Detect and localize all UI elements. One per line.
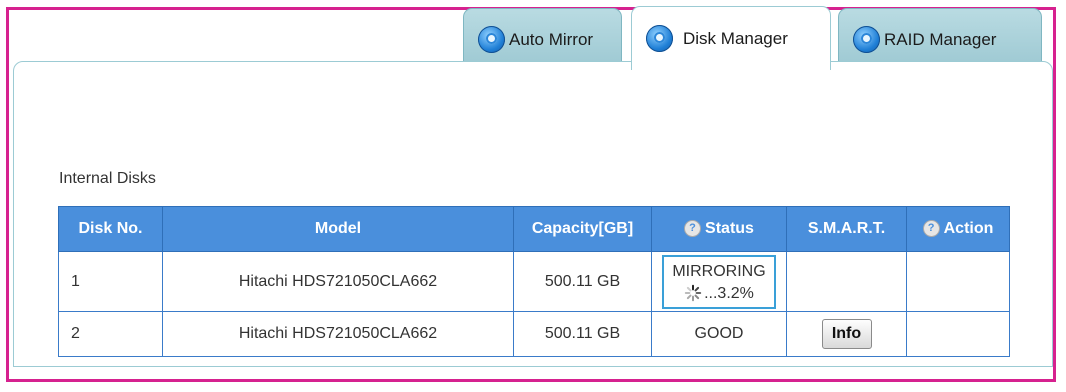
tab-gap — [632, 60, 830, 64]
cell-capacity: 500.11 GB — [513, 251, 652, 312]
status-mirroring-box: MIRRORING ...3.2% — [662, 254, 776, 309]
table-row: 2 Hitachi HDS721050CLA662 500.11 GB GOOD… — [58, 311, 1010, 357]
help-icon[interactable]: ? — [922, 220, 940, 238]
tab-label: RAID Manager — [884, 29, 997, 49]
table-row: 1 Hitachi HDS721050CLA662 500.11 GB MIRR… — [58, 251, 1010, 312]
progress-line: ...3.2% — [672, 283, 765, 305]
cell-model: Hitachi HDS721050CLA662 — [162, 311, 514, 357]
cell-action — [906, 251, 1010, 312]
status-text: MIRRORING — [672, 262, 766, 280]
header-disk-no: Disk No. — [58, 206, 163, 252]
cell-disk-no: 1 — [58, 251, 163, 312]
cell-disk-no: 2 — [58, 311, 163, 357]
loading-spinner-icon — [684, 285, 702, 302]
tab-label: Disk Manager — [683, 28, 788, 48]
section-title: Internal Disks — [59, 170, 156, 187]
help-icon[interactable]: ? — [684, 220, 702, 238]
smart-info-button[interactable]: Info — [821, 319, 872, 349]
progress-text: ...3.2% — [704, 284, 754, 302]
header-status-label: Status — [705, 220, 754, 237]
header-capacity: Capacity[GB] — [513, 206, 652, 252]
cell-status: MIRRORING ...3.2% — [651, 251, 787, 312]
disk-icon — [646, 25, 673, 52]
internal-disks-table: Disk No. Model Capacity[GB] ? Status S.M.… — [58, 206, 1010, 357]
disk-icon — [853, 26, 880, 53]
cell-action — [906, 311, 1010, 357]
cell-capacity: 500.11 GB — [513, 311, 652, 357]
header-status: ? Status — [651, 206, 787, 252]
header-action-label: Action — [943, 220, 994, 237]
cell-smart — [786, 251, 907, 312]
cell-status: GOOD — [651, 311, 787, 357]
disk-icon — [478, 26, 505, 53]
cell-model: Hitachi HDS721050CLA662 — [162, 251, 514, 312]
header-smart: S.M.A.R.T. — [786, 206, 907, 252]
header-action: ? Action — [906, 206, 1010, 252]
table-header-row: Disk No. Model Capacity[GB] ? Status S.M.… — [58, 206, 1010, 252]
tab-label: Auto Mirror — [509, 29, 594, 49]
header-model: Model — [162, 206, 514, 252]
cell-smart: Info — [786, 311, 907, 357]
